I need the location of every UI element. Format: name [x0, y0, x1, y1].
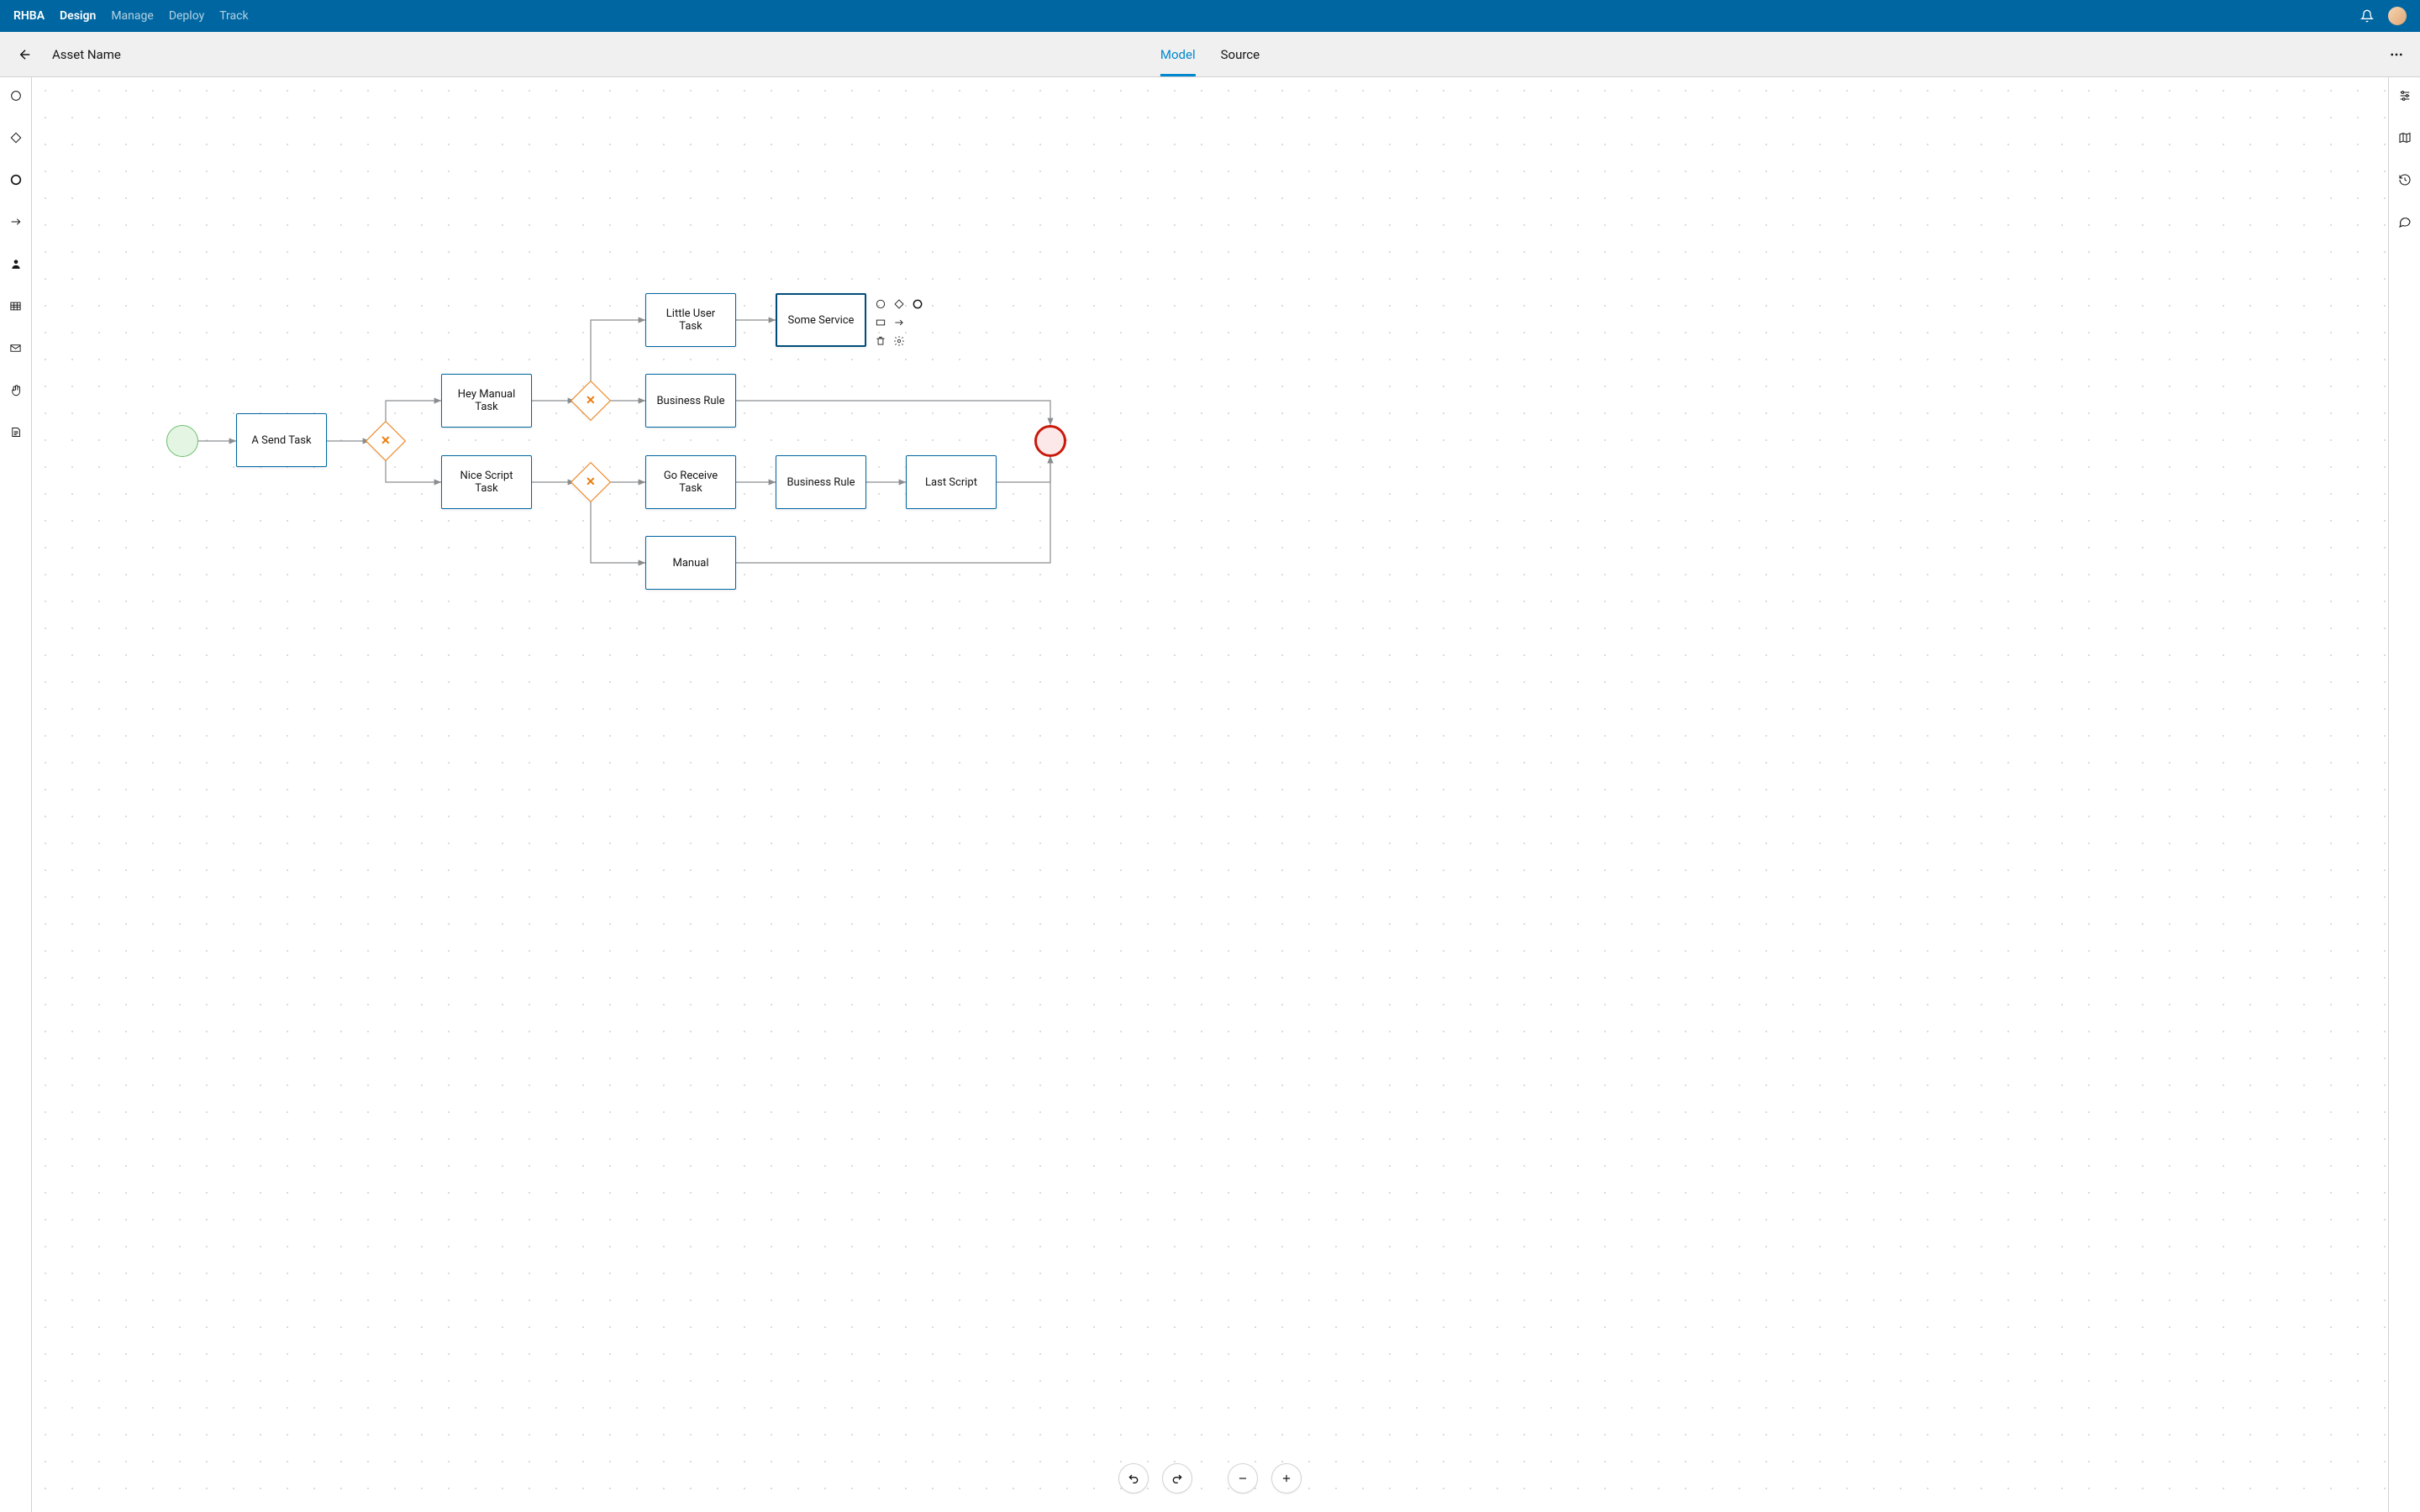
context-toolbar [873, 297, 925, 349]
task-label: Some Service [788, 314, 855, 327]
history-icon[interactable] [2396, 171, 2413, 188]
sub-header: Asset Name Model Source [0, 32, 2420, 77]
task-node[interactable]: Business Rule [776, 455, 866, 509]
task-node[interactable]: A Send Task [236, 413, 327, 467]
task-node[interactable]: Business Rule [645, 374, 736, 428]
properties-icon[interactable] [2396, 87, 2413, 104]
nav-manage[interactable]: Manage [111, 9, 153, 23]
comments-icon[interactable] [2396, 213, 2413, 230]
task-label: Business Rule [656, 395, 724, 407]
bell-icon[interactable] [2358, 7, 2376, 25]
connector[interactable] [997, 456, 1050, 482]
palette-envelope-ic[interactable] [8, 339, 24, 356]
connector[interactable] [736, 401, 1050, 425]
avatar[interactable] [2388, 7, 2407, 25]
task-node[interactable]: Manual [645, 536, 736, 590]
zoom-bar [1118, 1463, 1302, 1494]
asset-name: Asset Name [52, 47, 121, 62]
palette-user-icon[interactable] [8, 255, 24, 272]
task-node[interactable]: Hey Manual Task [441, 374, 532, 428]
ctx-gear-icon[interactable] [892, 333, 907, 349]
back-button[interactable] [13, 43, 37, 66]
top-nav: RHBA Design Manage Deploy Track [0, 0, 2420, 32]
ctx-circle-icon[interactable] [873, 297, 888, 312]
palette-table-icon[interactable] [8, 297, 24, 314]
right-palette [2388, 77, 2420, 1512]
nav-track[interactable]: Track [219, 9, 248, 23]
palette-start-event-icon[interactable] [8, 87, 24, 104]
task-label: Business Rule [786, 476, 855, 489]
end-event[interactable] [1034, 425, 1066, 457]
task-label: A Send Task [251, 434, 311, 447]
tab-model[interactable]: Model [1160, 32, 1196, 76]
connector[interactable] [591, 497, 645, 563]
palette-gateway-icon[interactable] [8, 129, 24, 146]
task-label: Nice Script Task [450, 470, 523, 495]
task-node[interactable]: Nice Script Task [441, 455, 532, 509]
sub-tabs: Model Source [1160, 32, 1260, 76]
palette-hand-icon[interactable] [8, 381, 24, 398]
task-label: Last Script [925, 476, 977, 489]
canvas[interactable]: A Send Task✕Hey Manual TaskNice Script T… [32, 77, 2388, 1512]
palette-arrow-icon[interactable] [8, 213, 24, 230]
task-node[interactable]: Little User Task [645, 293, 736, 347]
left-palette [0, 77, 32, 1512]
nav-design[interactable]: Design [60, 9, 96, 23]
main: A Send Task✕Hey Manual TaskNice Script T… [0, 77, 2420, 1512]
brand: RHBA [13, 9, 45, 23]
task-node[interactable]: Go Receive Task [645, 455, 736, 509]
task-node[interactable]: Some Service [776, 293, 866, 347]
task-node[interactable]: Last Script [906, 455, 997, 509]
task-label: Go Receive Task [655, 470, 727, 495]
connector[interactable] [386, 456, 441, 482]
zoom-out-button[interactable] [1228, 1463, 1258, 1494]
ctx-bold-circle-icon[interactable] [910, 297, 925, 312]
task-label: Little User Task [655, 307, 727, 333]
tab-source[interactable]: Source [1221, 32, 1260, 76]
ctx-arrow-icon[interactable] [892, 315, 907, 330]
task-label: Hey Manual Task [450, 388, 523, 413]
connector[interactable] [591, 320, 645, 386]
palette-end-event-icon[interactable] [8, 171, 24, 188]
task-label: Manual [673, 557, 709, 570]
undo-button[interactable] [1118, 1463, 1149, 1494]
nav-deploy[interactable]: Deploy [169, 9, 204, 23]
kebab-menu[interactable] [2386, 45, 2407, 65]
minimap-icon[interactable] [2396, 129, 2413, 146]
palette-script-icon[interactable] [8, 423, 24, 440]
redo-button[interactable] [1162, 1463, 1192, 1494]
ctx-blank [910, 315, 925, 330]
ctx-rect-icon[interactable] [873, 315, 888, 330]
start-event[interactable] [166, 425, 198, 457]
ctx-diamond-icon[interactable] [892, 297, 907, 312]
connector[interactable] [386, 401, 441, 426]
zoom-in-button[interactable] [1271, 1463, 1302, 1494]
ctx-trash-icon[interactable] [873, 333, 888, 349]
